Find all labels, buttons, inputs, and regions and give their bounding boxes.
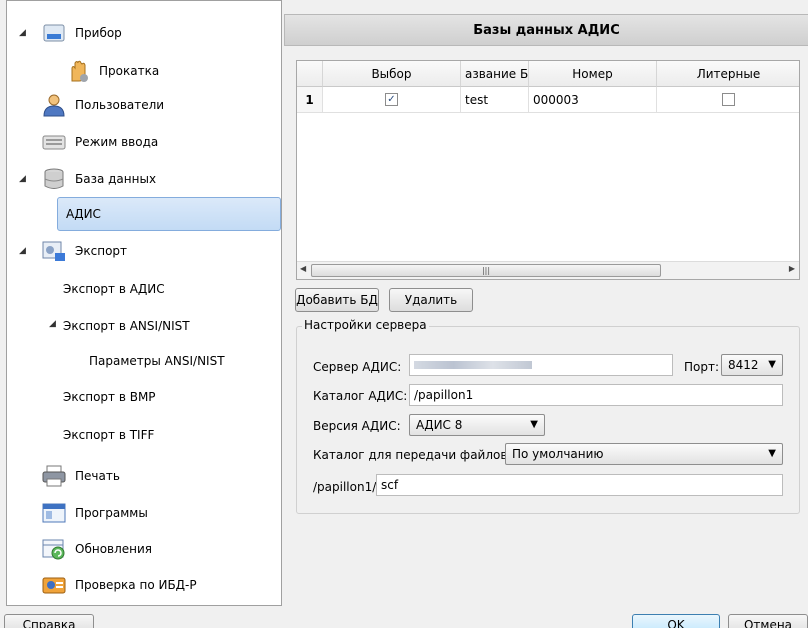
tree-item-label: Программы bbox=[75, 506, 148, 520]
row-name[interactable]: test bbox=[461, 87, 529, 113]
export-icon bbox=[41, 239, 67, 263]
hand-icon bbox=[65, 59, 91, 83]
tree-item-updates[interactable]: Обновления bbox=[41, 534, 152, 564]
column-header-name[interactable]: азвание Б bbox=[461, 61, 529, 87]
expand-arrow-icon[interactable]: ◢ bbox=[19, 246, 26, 256]
tree-item-rolling[interactable]: Прокатка bbox=[65, 56, 159, 86]
database-icon bbox=[41, 167, 67, 191]
scroll-right-icon[interactable]: ▶ bbox=[789, 264, 795, 273]
tree-item-label: Прибор bbox=[75, 26, 122, 40]
column-header-literal[interactable]: Литерные bbox=[657, 61, 799, 87]
server-settings-title: Настройки сервера bbox=[302, 318, 429, 332]
tree-item-label: Печать bbox=[75, 469, 120, 483]
chevron-down-icon: ▼ bbox=[530, 419, 538, 430]
settings-tree[interactable]: ◢ Прибор Прокатка Пользователи Режим вво… bbox=[6, 0, 282, 606]
row-literal-cell[interactable] bbox=[657, 87, 799, 113]
tree-item-programs[interactable]: Программы bbox=[41, 498, 148, 528]
tree-item-export-ansi[interactable]: Экспорт в ANSI/NIST bbox=[63, 311, 190, 341]
tree-item-database[interactable]: База данных bbox=[41, 164, 156, 194]
redacted-server-address bbox=[414, 361, 532, 369]
version-select[interactable]: АДИС 8 ▼ bbox=[409, 414, 545, 436]
tree-item-label: Экспорт в BMP bbox=[63, 390, 156, 404]
delete-db-button[interactable]: Удалить bbox=[389, 288, 473, 312]
tree-item-input-mode[interactable]: Режим ввода bbox=[41, 127, 158, 157]
check-icon bbox=[41, 573, 67, 597]
server-label: Сервер АДИС: bbox=[313, 360, 402, 374]
panel-title: Базы данных АДИС bbox=[284, 14, 808, 46]
column-header-select[interactable]: Выбор bbox=[323, 61, 461, 87]
keyboard-icon bbox=[41, 130, 67, 154]
tree-item-label: Прокатка bbox=[99, 64, 160, 78]
catalog-input[interactable]: /papillon1 bbox=[409, 384, 783, 406]
horizontal-scrollbar[interactable]: ◀ ||| ▶ bbox=[297, 261, 799, 279]
scroll-left-icon[interactable]: ◀ bbox=[300, 264, 306, 273]
tree-item-label: АДИС bbox=[66, 207, 101, 221]
tree-item-label: Экспорт в TIFF bbox=[63, 428, 155, 442]
tree-item-label: База данных bbox=[75, 172, 157, 186]
update-icon bbox=[41, 537, 67, 561]
tree-item-export-bmp[interactable]: Экспорт в BMP bbox=[63, 382, 156, 412]
expand-arrow-icon[interactable]: ◢ bbox=[19, 174, 26, 184]
row-index: 1 bbox=[297, 87, 323, 113]
tree-item-export-tiff[interactable]: Экспорт в TIFF bbox=[63, 420, 154, 450]
port-label: Порт: bbox=[684, 360, 720, 374]
help-button[interactable]: Справка bbox=[4, 614, 94, 628]
port-select[interactable]: 8412 ▼ bbox=[721, 354, 783, 376]
scrollbar-thumb[interactable]: ||| bbox=[311, 264, 661, 277]
version-label: Версия АДИС: bbox=[313, 419, 401, 433]
tree-item-adis[interactable]: АДИС bbox=[57, 197, 281, 231]
tree-item-label: Пользователи bbox=[75, 98, 165, 112]
tree-item-label: Экспорт bbox=[75, 244, 128, 258]
add-db-button[interactable]: Добавить БД bbox=[295, 288, 379, 312]
tree-item-label: Режим ввода bbox=[75, 135, 159, 149]
subpath-input[interactable]: scf bbox=[376, 474, 783, 496]
printer-icon bbox=[41, 464, 67, 488]
tree-item-export-adis[interactable]: Экспорт в АДИС bbox=[63, 274, 165, 304]
expand-arrow-icon[interactable]: ◢ bbox=[49, 319, 56, 329]
chevron-down-icon: ▼ bbox=[768, 359, 776, 370]
tree-item-users[interactable]: Пользователи bbox=[41, 90, 164, 120]
transfer-label: Каталог для передачи файлов: bbox=[313, 448, 512, 462]
row-select-checkbox[interactable]: ✓ bbox=[385, 93, 398, 106]
row-literal-checkbox[interactable] bbox=[722, 93, 735, 106]
subpath-label: /papillon1/ bbox=[313, 480, 377, 494]
tree-item-label: Экспорт в ANSI/NIST bbox=[63, 319, 190, 333]
device-icon bbox=[41, 21, 67, 45]
tree-item-label: Экспорт в АДИС bbox=[63, 282, 165, 296]
server-input[interactable] bbox=[409, 354, 673, 376]
tree-item-ibd-check[interactable]: Проверка по ИБД-Р bbox=[41, 570, 197, 600]
tree-item-label: Проверка по ИБД-Р bbox=[75, 578, 197, 592]
adis-db-table[interactable]: Выбор азвание Б Номер Литерные 1 ✓ test … bbox=[296, 60, 800, 280]
row-number[interactable]: 000003 bbox=[529, 87, 657, 113]
tree-item-label: Параметры ANSI/NIST bbox=[89, 354, 225, 368]
user-icon bbox=[41, 93, 67, 117]
tree-item-export[interactable]: Экспорт bbox=[41, 236, 127, 266]
ok-button[interactable]: OK bbox=[632, 614, 720, 628]
window-icon bbox=[41, 501, 67, 525]
tree-item-label: Обновления bbox=[75, 542, 153, 556]
column-header-number[interactable]: Номер bbox=[529, 61, 657, 87]
row-select-cell[interactable]: ✓ bbox=[323, 87, 461, 113]
tree-item-device[interactable]: Прибор bbox=[41, 18, 122, 48]
catalog-label: Каталог АДИС: bbox=[313, 389, 408, 403]
transfer-catalog-select[interactable]: По умолчанию ▼ bbox=[505, 443, 783, 465]
expand-arrow-icon[interactable]: ◢ bbox=[19, 28, 26, 38]
tree-item-ansi-params[interactable]: Параметры ANSI/NIST bbox=[89, 346, 225, 376]
tree-item-print[interactable]: Печать bbox=[41, 461, 120, 491]
table-corner bbox=[297, 61, 323, 87]
cancel-button[interactable]: Отмена bbox=[728, 614, 808, 628]
chevron-down-icon: ▼ bbox=[768, 448, 776, 459]
